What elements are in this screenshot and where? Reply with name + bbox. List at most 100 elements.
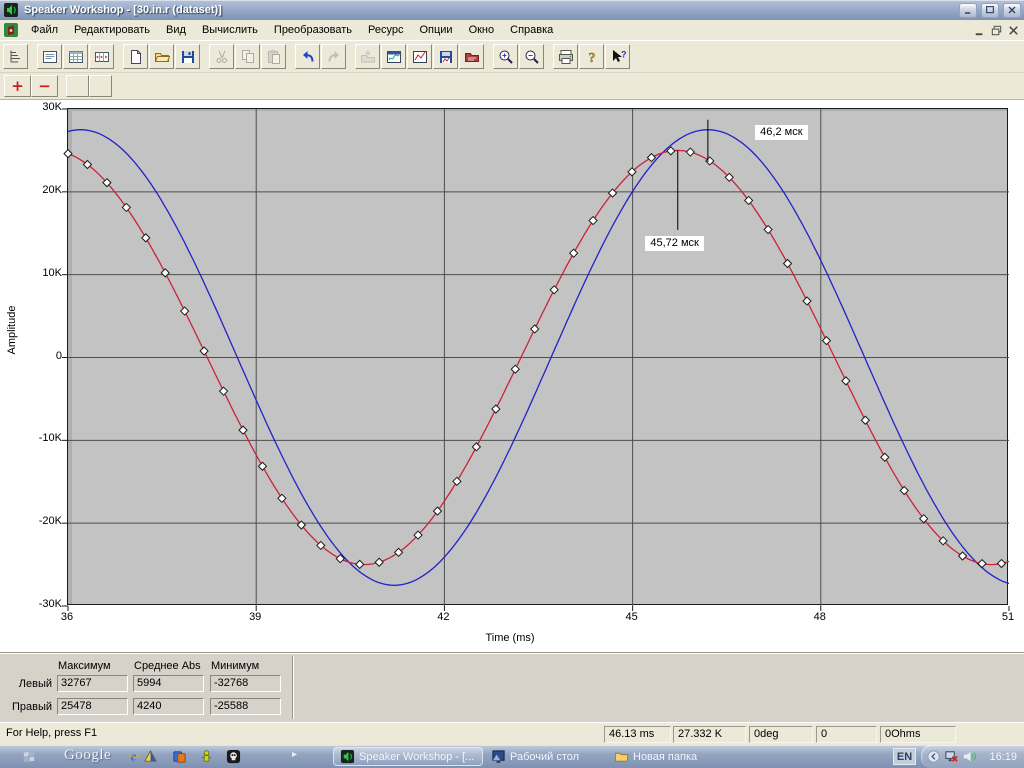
taskbar-button-label: Speaker Workshop - [...	[359, 750, 475, 763]
zoom-out-button[interactable]	[519, 44, 544, 69]
cut-icon	[214, 49, 230, 65]
toolbar-separator	[201, 41, 209, 72]
chart-window-button[interactable]	[381, 44, 406, 69]
x-axis-title: Time (ms)	[485, 632, 535, 644]
internet-explorer-icon[interactable]: e	[127, 749, 142, 764]
save-chart-button[interactable]	[433, 44, 458, 69]
waveform-plot[interactable]	[62, 108, 1010, 611]
menu-item-options[interactable]: Опции	[411, 21, 460, 39]
remove-button[interactable]: −	[31, 75, 58, 97]
skull-app-icon[interactable]	[226, 749, 241, 764]
chart-view-button[interactable]	[407, 44, 432, 69]
save-icon	[180, 49, 196, 65]
help-button[interactable]: ?	[579, 44, 604, 69]
taskbar-button-label: Рабочий стол	[510, 750, 580, 763]
title-bar[interactable]: Speaker Workshop - [30.in.r (dataset)]	[0, 0, 1024, 20]
stats-header-avg: Среднее Abs	[134, 660, 201, 672]
volume-icon[interactable]	[962, 749, 977, 764]
redo-icon	[326, 49, 342, 65]
stat-left-min: -32768	[210, 675, 281, 692]
paste-button	[261, 44, 286, 69]
undo-button[interactable]	[295, 44, 320, 69]
taskbar-button-speaker-workshop[interactable]: Speaker Workshop - [...	[333, 747, 483, 766]
chart-area: Amplitude Time (ms) 36 39 42 45 48 51 30K 20K 10…	[0, 99, 1024, 652]
menu-bar: Файл Редактировать Вид Вычислить Преобра…	[0, 20, 1024, 40]
view-datasheet-button[interactable]	[63, 44, 88, 69]
minimize-button[interactable]	[959, 2, 977, 18]
status-sample-panel: 0	[816, 726, 877, 743]
menu-item-view[interactable]: Вид	[158, 21, 194, 39]
taskbar: Google e ▸ Speaker Workshop - [... Рабоч…	[0, 745, 1024, 768]
print-icon	[558, 49, 574, 65]
delphi-icon[interactable]	[143, 749, 158, 764]
menu-item-transform[interactable]: Преобразовать	[266, 21, 360, 39]
x-tick-label: 51	[1001, 611, 1015, 623]
status-ohms-panel: 0Ohms	[880, 726, 956, 743]
zoom-in-button[interactable]	[493, 44, 518, 69]
mdi-window-controls	[971, 23, 1022, 38]
blank-button-1[interactable]	[66, 75, 89, 97]
print-button[interactable]	[553, 44, 578, 69]
mdi-close-button[interactable]	[1005, 23, 1022, 38]
mdi-minimize-button[interactable]	[971, 23, 988, 38]
menu-item-edit[interactable]: Редактировать	[66, 21, 158, 39]
context-help-button[interactable]: ?	[605, 44, 630, 69]
menu-item-calculate[interactable]: Вычислить	[194, 21, 266, 39]
menu-item-resource[interactable]: Ресурс	[360, 21, 411, 39]
import-button	[355, 44, 380, 69]
cards-app-icon[interactable]	[172, 749, 187, 764]
y-tick-label: -20K	[38, 515, 62, 528]
toolbar-separator	[485, 41, 493, 72]
status-bar: For Help, press F1 46.13 ms 27.332 K 0de…	[0, 722, 1024, 745]
x-tick-label: 36	[60, 611, 74, 623]
taskbar-button-desktop[interactable]: Рабочий стол	[485, 747, 585, 766]
desktop: { "window": { "title": "Speaker Workshop…	[0, 0, 1024, 768]
menu-item-window[interactable]: Окно	[461, 21, 503, 39]
view-notes-icon	[42, 49, 58, 65]
save-button[interactable]	[175, 44, 200, 69]
export-chart-button[interactable]	[459, 44, 484, 69]
help-icon: ?	[584, 49, 600, 65]
language-indicator[interactable]: EN	[893, 748, 916, 765]
chart-window-icon	[386, 49, 402, 65]
y-tick-label: 30K	[42, 101, 62, 113]
tray-clock[interactable]: 16:19	[989, 751, 1024, 763]
stats-panel-divider	[292, 656, 294, 719]
blank-button-2[interactable]	[89, 75, 112, 97]
tree-view-button[interactable]	[3, 44, 28, 69]
waveform-svg[interactable]	[62, 108, 1010, 611]
network-offline-icon[interactable]	[944, 749, 959, 764]
add-button[interactable]: +	[4, 75, 31, 97]
menu-item-file[interactable]: Файл	[23, 21, 66, 39]
tray-collapse-icon[interactable]	[926, 749, 941, 764]
y-tick-label: -30K	[38, 598, 62, 610]
maximize-button[interactable]	[981, 2, 999, 18]
close-button[interactable]	[1003, 2, 1021, 18]
start-flag-icon[interactable]	[22, 749, 37, 764]
view-notes-button[interactable]	[37, 44, 62, 69]
svg-text:?: ?	[588, 51, 595, 65]
svg-text:?: ?	[621, 49, 626, 59]
folder-icon	[614, 749, 629, 764]
stat-right-avg: 4240	[133, 698, 204, 715]
y-tick-label: 20K	[42, 183, 62, 196]
zoom-out-icon	[524, 49, 540, 65]
taskbar-button-new-folder[interactable]: Новая папка	[608, 747, 703, 766]
open-button[interactable]	[149, 44, 174, 69]
toolbar-separator	[347, 41, 355, 72]
view-columns-button[interactable]	[89, 44, 114, 69]
google-toolbar-label[interactable]: Google	[64, 747, 111, 764]
quick-launch-expand-icon[interactable]: ▸	[292, 749, 297, 760]
new-button[interactable]	[123, 44, 148, 69]
x-tick-label: 42	[437, 611, 450, 623]
view-datasheet-icon	[68, 49, 84, 65]
stat-left-max: 32767	[57, 675, 128, 692]
dataset-window-icon[interactable]	[3, 22, 19, 38]
status-time-panel: 46.13 ms	[604, 726, 671, 743]
robot-app-icon[interactable]	[199, 749, 214, 764]
menu-item-help[interactable]: Справка	[502, 21, 561, 39]
mdi-restore-button[interactable]	[988, 23, 1005, 38]
stat-right-max: 25478	[57, 698, 128, 715]
annotation-label: 45,72 мск	[645, 236, 704, 252]
open-folder-icon	[154, 49, 170, 65]
